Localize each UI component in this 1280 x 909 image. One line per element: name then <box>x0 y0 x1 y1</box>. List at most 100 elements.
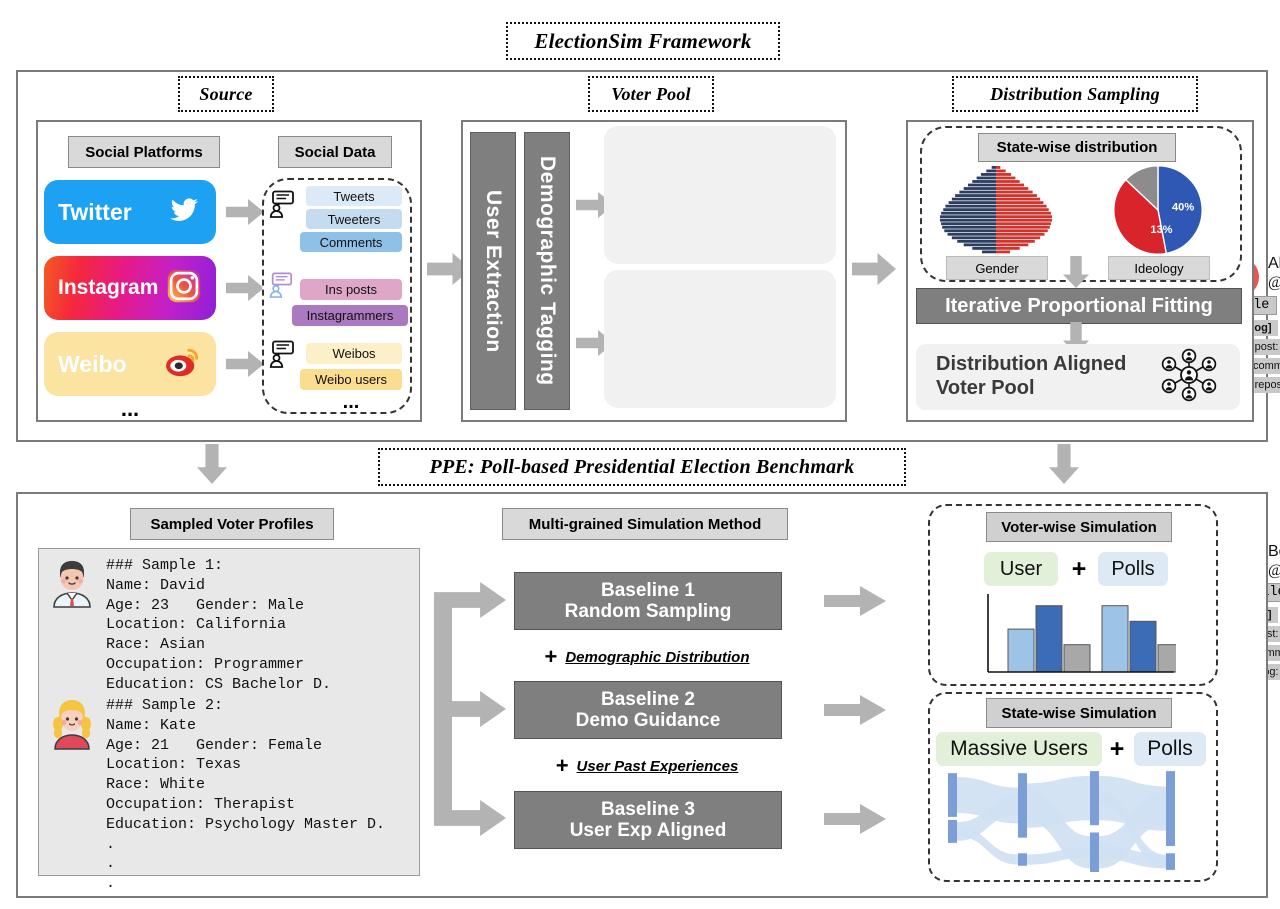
simulation-method-header: Multi-grained Simulation Method <box>502 508 788 540</box>
ideology-label: Ideology <box>1108 256 1210 280</box>
baseline-1-box[interactable]: Baseline 1 Random Sampling <box>514 572 782 630</box>
platform-card-weibo[interactable]: Weibo <box>44 332 216 396</box>
section-source-label: Source <box>199 83 253 104</box>
voter-profile-alexander[interactable]: Alexander @alex_0905 male 34 programmer … <box>604 126 1280 393</box>
stage-demographic-tagging-label: Demographic Tagging <box>536 156 559 386</box>
simulation-method-header-text: Multi-grained Simulation Method <box>528 515 762 533</box>
stage-demographic-tagging: Demographic Tagging <box>524 132 570 410</box>
sample-profile-1-text: ### Sample 1: Name: David Age: 23 Gender… <box>106 557 332 693</box>
social-platforms-header: Social Platforms <box>68 136 220 168</box>
social-data-ellipsis: ... <box>300 392 402 412</box>
plus-icon: + <box>1066 554 1092 584</box>
social-platforms-header-text: Social Platforms <box>85 143 203 161</box>
baseline-3-subtitle: User Exp Aligned <box>569 820 727 841</box>
state-wise-sankey-chart <box>948 771 1175 872</box>
social-data-ellipsis-text: ... <box>342 391 360 413</box>
data-tag-weibos[interactable]: Weibos <box>306 343 402 364</box>
data-tag-instagrammers-label: Instagrammers <box>306 308 394 323</box>
state-wise-simulation-header: State-wise Simulation <box>986 698 1172 728</box>
data-tag-ins-posts-label: Ins posts <box>324 282 378 297</box>
plus-icon: + <box>555 753 569 778</box>
voter-wise-input-user: User <box>984 552 1058 586</box>
baseline-1-title: Baseline 1 <box>601 579 695 601</box>
platforms-ellipsis: ... <box>44 398 216 420</box>
ipf-label-text: Iterative Proportional Fitting <box>945 294 1213 317</box>
state-wise-input-polls: Polls <box>1134 732 1206 766</box>
user-network-icon <box>1158 348 1220 407</box>
data-tag-instagrammers[interactable]: Instagrammers <box>292 305 408 326</box>
profile-handle-betty: @bettty_0128 <box>1268 562 1280 580</box>
platforms-ellipsis-text: ... <box>120 396 140 421</box>
state-wise-input-massive-users-text: Massive Users <box>950 737 1088 760</box>
data-tag-weibo-users-label: Weibo users <box>314 372 387 387</box>
ideology-pie-chart: 47%40%13% <box>1113 165 1203 255</box>
sampled-voter-profiles-header: Sampled Voter Profiles <box>130 508 334 540</box>
platform-card-instagram[interactable]: Instagram <box>44 256 216 320</box>
stage-user-extraction-label: User Extraction <box>482 189 505 353</box>
weibo-eye-icon <box>164 346 202 383</box>
connector-user-past-experiences-label: User Past Experiences <box>576 757 739 775</box>
baseline-2-title: Baseline 2 <box>601 688 695 710</box>
data-tag-tweeters[interactable]: Tweeters <box>306 209 402 229</box>
profile-handle-alexander: @alex_0905 <box>1268 274 1280 292</box>
voter-wise-input-polls: Polls <box>1098 552 1168 586</box>
state-wise-input-massive-users: Massive Users <box>936 732 1102 766</box>
baseline-3-box[interactable]: Baseline 3 User Exp Aligned <box>514 791 782 849</box>
stage-user-extraction: User Extraction <box>470 132 516 410</box>
baseline-1-subtitle: Random Sampling <box>564 601 732 622</box>
voter-wise-input-polls-text: Polls <box>1111 557 1155 580</box>
platform-label-instagram: Instagram <box>58 276 159 299</box>
svg-text:40%: 40% <box>1172 201 1194 213</box>
arrow-distribution-to-ppe <box>1049 444 1079 484</box>
section-title-source: Source <box>178 76 274 112</box>
social-data-header: Social Data <box>278 136 392 168</box>
social-data-header-text: Social Data <box>294 143 376 161</box>
benchmark-title-text: PPE: Poll-based Presidential Election Be… <box>429 455 855 478</box>
state-wise-input-polls-text: Polls <box>1147 737 1193 760</box>
aligned-pool-text: Distribution Aligned Voter Pool <box>936 353 1126 400</box>
data-tag-weibo-users[interactable]: Weibo users <box>300 369 402 390</box>
data-tag-ins-posts[interactable]: Ins posts <box>300 279 402 300</box>
data-tag-tweeters-label: Tweeters <box>327 211 381 227</box>
gender-label: Gender <box>946 256 1048 280</box>
state-wise-distribution-header-text: State-wise distribution <box>996 139 1158 156</box>
baseline-2-box[interactable]: Baseline 2 Demo Guidance <box>514 681 782 739</box>
arrow-profiles-fan-stem <box>434 600 452 818</box>
data-tag-tweets[interactable]: Tweets <box>306 186 402 206</box>
boy-avatar-icon <box>48 556 96 613</box>
profile-name-alexander: Alexander <box>1268 255 1280 273</box>
benchmark-title: PPE: Poll-based Presidential Election Be… <box>378 448 906 486</box>
sampled-voter-profiles-header-text: Sampled Voter Profiles <box>150 515 314 533</box>
girl-avatar-icon <box>48 696 96 755</box>
iterative-proportional-fitting-box: Iterative Proportional Fitting <box>916 288 1242 324</box>
baseline-3-title: Baseline 3 <box>601 798 695 820</box>
aligned-pool-line1: Distribution Aligned <box>936 353 1127 376</box>
chat-user-icon <box>268 272 294 303</box>
connector-user-past-experiences: + User Past Experiences <box>514 753 780 778</box>
baseline-2-subtitle: Demo Guidance <box>575 710 721 731</box>
section-voter-pool-label: Voter Pool <box>611 83 691 104</box>
aligned-pool-line2: Voter Pool <box>936 377 1035 399</box>
section-title-voter-pool: Voter Pool <box>588 76 714 112</box>
section-title-distribution-sampling: Distribution Sampling <box>952 76 1198 112</box>
voter-profile-betty[interactable]: Betty @bettty_0128 female 23 artist [tim… <box>604 270 1280 680</box>
data-tag-comments[interactable]: Comments <box>300 232 402 252</box>
profile-handle-betty-text: @bettty_0128 <box>1268 562 1280 579</box>
arrow-source-to-ppe <box>197 444 227 484</box>
distribution-aligned-voter-pool-box: Distribution Aligned Voter Pool <box>916 344 1240 410</box>
instagram-camera-icon <box>166 268 202 309</box>
svg-text:13%: 13% <box>1150 224 1172 236</box>
gender-label-text: Gender <box>975 260 1019 276</box>
profile-name-betty: Betty <box>1268 543 1280 561</box>
chat-user-icon <box>268 190 296 223</box>
voter-wise-simulation-header: Voter-wise Simulation <box>986 512 1172 542</box>
data-tag-tweets-label: Tweets <box>333 188 375 204</box>
voter-wise-input-user-text: User <box>999 557 1043 580</box>
profile-name-betty-text: Betty <box>1268 543 1280 560</box>
data-tag-comments-label: Comments <box>319 234 383 250</box>
connector-demographic-distribution-label: Demographic Distribution <box>565 648 750 666</box>
chat-user-icon <box>268 340 296 373</box>
voter-wise-plus-text: + <box>1071 554 1087 583</box>
platform-card-twitter[interactable]: Twitter <box>44 180 216 244</box>
voter-wise-simulation-header-text: Voter-wise Simulation <box>1001 518 1157 536</box>
